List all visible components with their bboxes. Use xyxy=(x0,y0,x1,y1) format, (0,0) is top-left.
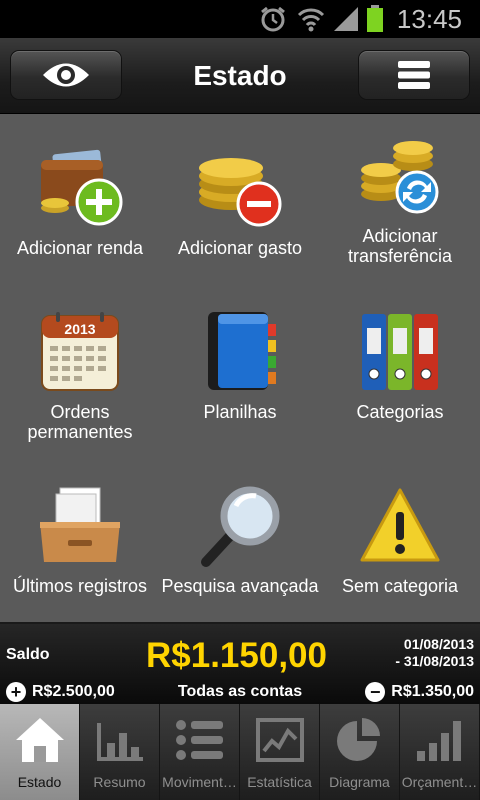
line-chart-icon xyxy=(255,718,304,762)
date-to: - 31/08/2013 xyxy=(395,653,474,669)
budget-bars-icon xyxy=(416,721,461,761)
spreadsheets-label: Planilhas xyxy=(203,402,277,422)
signal-icon xyxy=(334,7,358,31)
header-bar: Estado xyxy=(0,38,480,114)
add-income-tile[interactable]: Adicionar renda xyxy=(0,140,160,258)
categories-tile[interactable]: Categorias xyxy=(320,304,480,422)
calendar-icon: 2013 xyxy=(41,312,119,391)
minus-circle-icon: − xyxy=(365,682,386,702)
bar-chart-icon xyxy=(96,723,143,761)
balance-label: Saldo xyxy=(6,646,50,663)
add-transfer-label: Adicionar transferência xyxy=(347,226,453,266)
tab-label: Resumo xyxy=(93,774,146,790)
add-expense-tile[interactable]: Adicionar gasto xyxy=(160,140,320,258)
standing-orders-label: Ordens permanentes xyxy=(27,402,133,442)
advanced-search-label: Pesquisa avançada xyxy=(161,576,319,596)
action-grid: Adicionar renda Adicionar gasto Adiciona… xyxy=(0,114,480,622)
uncategorized-tile[interactable]: Sem categoria xyxy=(320,478,480,596)
tab-label: Estado xyxy=(17,774,62,790)
magnifier-icon xyxy=(201,486,280,567)
binders-icon xyxy=(362,314,438,390)
calendar-year: 2013 xyxy=(64,321,95,337)
wallet-add-icon xyxy=(41,149,123,226)
home-icon xyxy=(15,718,64,762)
pie-chart-icon xyxy=(336,718,380,761)
status-bar: 13:45 xyxy=(0,0,480,38)
tab-estatistica[interactable]: Estatística xyxy=(240,704,320,800)
advanced-search-tile[interactable]: Pesquisa avançada xyxy=(160,478,320,596)
balance-summary: Saldo R$1.150,00 01/08/2013 - 31/08/2013… xyxy=(0,622,480,704)
menu-button[interactable] xyxy=(358,50,470,100)
standing-orders-tile[interactable]: 2013 Ordens permanentes xyxy=(0,304,160,442)
view-toggle-button[interactable] xyxy=(10,50,122,100)
alarm-icon xyxy=(261,6,285,32)
tab-label: Moviment… xyxy=(162,774,237,790)
bottom-tab-bar: Estado Resumo Moviment… Estatística Diag… xyxy=(0,704,480,800)
add-income-label: Adicionar renda xyxy=(16,238,144,258)
add-transfer-tile[interactable]: Adicionar transferência xyxy=(320,128,480,266)
tab-resumo[interactable]: Resumo xyxy=(80,704,160,800)
categories-label: Categorias xyxy=(356,402,444,422)
tab-label: Estatística xyxy=(247,774,312,790)
wifi-icon xyxy=(297,8,325,32)
tab-movimentos[interactable]: Moviment… xyxy=(160,704,240,800)
recent-records-label: Últimos registros xyxy=(12,576,148,596)
spreadsheets-tile[interactable]: Planilhas xyxy=(160,304,320,422)
tab-estado[interactable]: Estado xyxy=(0,704,80,800)
date-from: 01/08/2013 xyxy=(403,636,474,652)
balance-value: R$1.150,00 xyxy=(146,636,327,675)
recent-records-tile[interactable]: Últimos registros xyxy=(0,478,160,596)
menu-icon xyxy=(398,61,430,89)
clock: 13:45 xyxy=(396,4,462,34)
add-expense-label: Adicionar gasto xyxy=(177,238,303,258)
coins-remove-icon xyxy=(199,158,282,227)
drawer-icon xyxy=(40,487,120,562)
expense-value: R$1.350,00 xyxy=(391,683,474,700)
tab-label: Orçament… xyxy=(401,774,478,790)
notebook-icon xyxy=(208,312,276,390)
tab-orcamento[interactable]: Orçament… xyxy=(400,704,480,800)
tab-label: Diagrama xyxy=(329,774,390,790)
page-title: Estado xyxy=(193,60,287,91)
uncategorized-label: Sem categoria xyxy=(341,576,459,596)
tab-diagrama[interactable]: Diagrama xyxy=(320,704,400,800)
warning-icon xyxy=(360,488,440,562)
date-range[interactable]: 01/08/2013 - 31/08/2013 xyxy=(395,636,474,670)
eye-icon xyxy=(43,63,89,87)
expense-total: − R$1.350,00 xyxy=(365,682,474,702)
battery-icon xyxy=(367,5,383,32)
list-icon xyxy=(175,720,223,760)
coins-transfer-icon xyxy=(361,141,439,214)
